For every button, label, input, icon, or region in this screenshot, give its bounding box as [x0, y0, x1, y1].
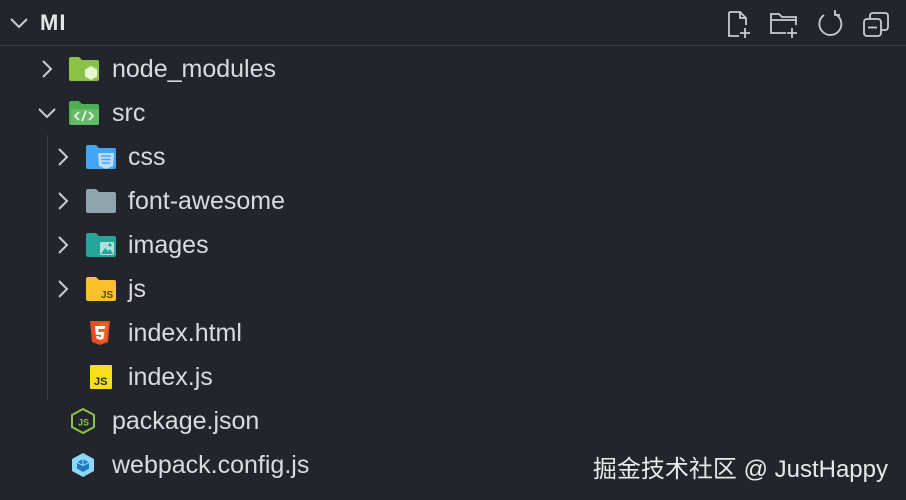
- chevron-right-icon: [58, 236, 69, 254]
- javascript-icon: JS: [90, 365, 112, 389]
- nodejs-icon: JS: [71, 408, 95, 434]
- svg-text:JS: JS: [101, 290, 114, 301]
- folder-css-icon: [86, 145, 116, 169]
- tree-item-label: js: [128, 275, 147, 303]
- tree-item-label: webpack.config.js: [112, 451, 310, 479]
- refresh-icon: [818, 10, 843, 36]
- tree-item-label: font-awesome: [128, 187, 286, 215]
- chevron-down-icon: [38, 108, 56, 119]
- folder-js-icon: JS: [86, 277, 116, 301]
- tree-item-css[interactable]: css: [0, 135, 906, 179]
- new-folder-button[interactable]: [768, 8, 800, 40]
- tree-item-package-json[interactable]: JS package.json: [0, 399, 906, 443]
- tree-item-images[interactable]: images: [0, 223, 906, 267]
- tree-item-label: css: [128, 143, 166, 171]
- tree-item-font-awesome[interactable]: font-awesome: [0, 179, 906, 223]
- html5-icon: [90, 321, 110, 345]
- new-file-icon: [728, 11, 750, 38]
- explorer-actions: [722, 8, 892, 40]
- explorer-header: MI: [0, 0, 906, 46]
- chevron-right-icon: [58, 192, 69, 210]
- explorer-title[interactable]: MI: [40, 10, 66, 36]
- folder-src-icon: [69, 101, 99, 125]
- chevron-right-icon: [58, 280, 69, 298]
- tree-item-label: node_modules: [112, 55, 277, 83]
- watermark: 掘金技术社区 @ JustHappy: [592, 456, 888, 483]
- svg-text:JS: JS: [78, 418, 89, 428]
- svg-text:JS: JS: [94, 376, 107, 388]
- collapse-all-button[interactable]: [860, 8, 892, 40]
- collapse-all-icon: [863, 12, 889, 37]
- tree-item-node-modules[interactable]: node_modules: [0, 47, 906, 91]
- tree-item-index-html[interactable]: index.html: [0, 311, 906, 355]
- file-tree: node_modules src css font-awesome images…: [0, 47, 906, 487]
- tree-item-label: src: [112, 99, 146, 127]
- chevron-right-icon: [58, 148, 69, 166]
- tree-item-src[interactable]: src: [0, 91, 906, 135]
- tree-item-label: index.js: [128, 363, 213, 391]
- webpack-icon: [72, 453, 94, 477]
- chevron-right-icon: [42, 60, 53, 78]
- tree-item-js[interactable]: JS js: [0, 267, 906, 311]
- new-file-button[interactable]: [722, 8, 754, 40]
- folder-icon: [86, 189, 116, 213]
- refresh-button[interactable]: [814, 8, 846, 40]
- tree-item-label: index.html: [128, 319, 242, 347]
- folder-node-icon: [69, 57, 99, 81]
- folder-images-icon: [86, 233, 116, 257]
- tree-item-label: images: [128, 231, 209, 259]
- tree-item-index-js[interactable]: JS index.js: [0, 355, 906, 399]
- new-folder-icon: [770, 13, 797, 38]
- chevron-down-icon[interactable]: [8, 12, 30, 34]
- tree-item-label: package.json: [112, 407, 260, 435]
- indent-guide: [47, 135, 48, 400]
